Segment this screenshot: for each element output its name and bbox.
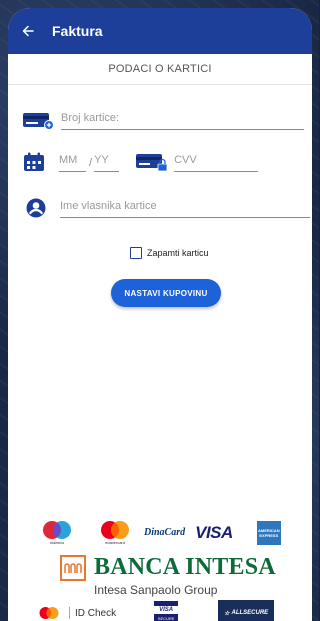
- card-lock-icon: [136, 154, 168, 172]
- bank-group: Intesa Sanpaolo Group: [94, 583, 218, 597]
- bank-name: BANCA INTESA: [94, 554, 276, 580]
- cvv-input[interactable]: [174, 152, 259, 172]
- card-brands-row: maestro mastercard DinaCard VISA AMERICA…: [40, 520, 281, 545]
- divider: [69, 607, 70, 619]
- app-screen: Faktura PODACI O KARTICI /: [8, 8, 312, 621]
- app-bar: Faktura: [8, 8, 312, 54]
- amex-logo: AMERICAN EXPRESS: [256, 520, 281, 545]
- mastercard-logo: mastercard: [98, 520, 132, 545]
- card-number-row: [22, 110, 304, 130]
- id-check-label: ID Check: [75, 607, 117, 619]
- security-logos-row: ID Check VISA SECURE ☆ ALLSECURE: [38, 600, 275, 621]
- mastercard-id-check-icon: [39, 607, 59, 619]
- card-number-input[interactable]: [61, 110, 304, 130]
- continue-shopping-button[interactable]: NASTAVI KUPOVINU: [111, 279, 221, 307]
- bank-group-row: Intesa Sanpaolo Group: [94, 583, 217, 597]
- expiry-month-input[interactable]: [59, 152, 86, 172]
- intesa-icon: [60, 554, 86, 581]
- arrow-left-icon: [22, 25, 34, 37]
- maestro-icon: [43, 521, 71, 539]
- bank-logo: BANCA INTESA: [60, 554, 276, 581]
- section-title: PODACI O KARTICI: [8, 54, 312, 85]
- cardholder-name-input[interactable]: [60, 198, 310, 218]
- remember-card-label: Zapamti karticu: [147, 248, 209, 258]
- back-button[interactable]: [8, 8, 48, 54]
- maestro-logo: maestro: [40, 520, 74, 545]
- account-circle-icon: [26, 198, 46, 218]
- expiry-cvv-row: /: [22, 152, 259, 172]
- visa-logo: VISA: [195, 522, 233, 542]
- remember-card-checkbox[interactable]: Zapamti karticu: [130, 247, 209, 259]
- expiry-separator: /: [89, 157, 93, 169]
- page-title: Faktura: [52, 23, 103, 39]
- mastercard-icon: [101, 521, 129, 539]
- calendar-icon: [24, 152, 44, 171]
- checkbox-box[interactable]: [130, 247, 142, 259]
- visa-secure-logo: VISA SECURE: [154, 601, 179, 621]
- allsecure-logo: ☆ ALLSECURE: [218, 600, 275, 621]
- holder-name-row: [26, 198, 310, 218]
- credit-card-icon: [23, 113, 54, 130]
- dinacard-logo: DinaCard: [144, 527, 186, 538]
- expiry-year-input[interactable]: [94, 152, 120, 172]
- star-icon: ☆: [224, 610, 230, 617]
